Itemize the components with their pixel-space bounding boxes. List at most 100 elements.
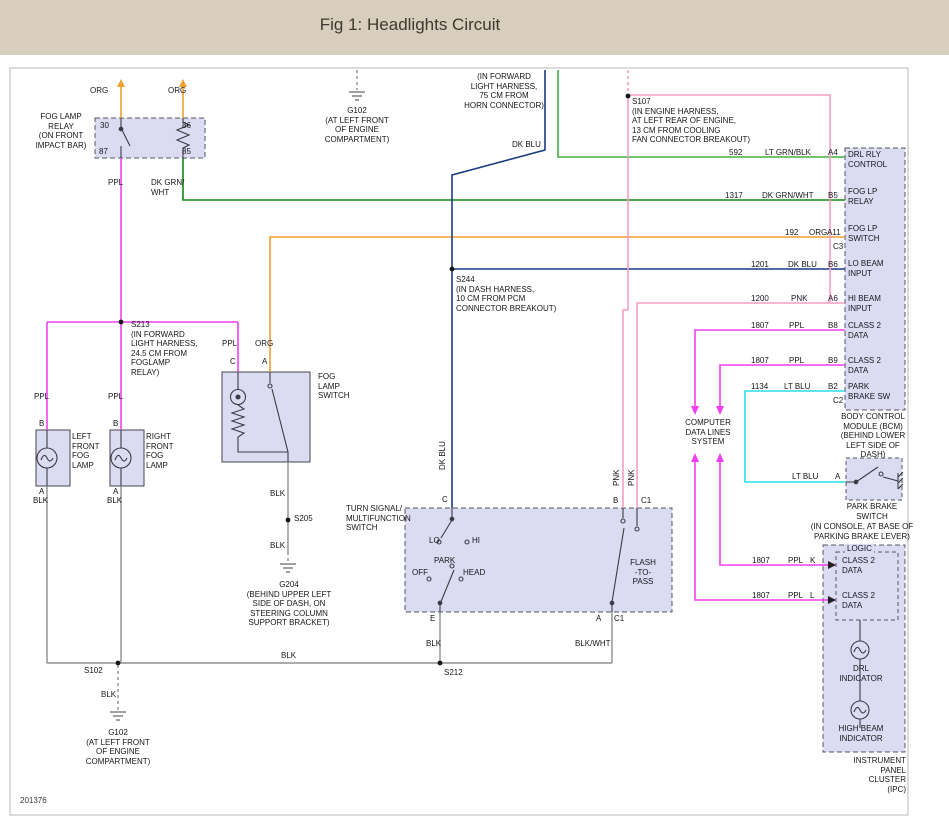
splice-s107-caption: S107 (IN ENGINE HARNESS, AT LEFT REAR OF… bbox=[632, 97, 750, 145]
circuit-1807-b8: 1807 bbox=[751, 321, 769, 331]
circuit-1201: 1201 bbox=[751, 260, 769, 270]
bcm-row-class2-b8: CLASS 2 DATA bbox=[848, 321, 903, 340]
g102-top-ground-icon bbox=[349, 92, 365, 100]
wire-label-blk-wht: BLK/WHT bbox=[575, 639, 611, 649]
wire-label-blk-g102: BLK bbox=[101, 690, 116, 700]
tss-pin-b: B bbox=[613, 496, 618, 506]
color-pnk: PNK bbox=[791, 294, 807, 304]
ground-g204-caption: G204 (BEHIND UPPER LEFT SIDE OF DASH, ON… bbox=[239, 580, 339, 628]
color-org: ORG bbox=[809, 228, 827, 238]
tss-pin-e: E bbox=[430, 614, 435, 624]
bcm-row-fog-lp-switch: FOG LP SWITCH bbox=[848, 224, 903, 243]
tss-pin-c1-bottom: C1 bbox=[614, 614, 624, 624]
connector-c3: C3 bbox=[833, 242, 843, 252]
splice-s212-dot bbox=[438, 661, 443, 666]
org-feed-arrow-left bbox=[117, 79, 125, 87]
wire-label-blk-right-lamp: BLK bbox=[107, 496, 122, 506]
park-brake-pin-a: A bbox=[835, 472, 840, 482]
splice-s205-dot bbox=[286, 518, 291, 523]
ipc-class2-data-1: CLASS 2 DATA bbox=[842, 556, 892, 575]
pin-b8: B8 bbox=[828, 321, 838, 331]
right-fog-lamp-caption: RIGHT FRONT FOG LAMP bbox=[146, 432, 174, 470]
tss-pin-c: C bbox=[442, 495, 448, 505]
tss-pos-flash-to-pass: FLASH -TO- PASS bbox=[628, 558, 658, 587]
color-ppl-b8: PPL bbox=[789, 321, 804, 331]
color-ppl-b9: PPL bbox=[789, 356, 804, 366]
wire-label-org-1: ORG bbox=[90, 86, 108, 96]
color-dk-grn-wht: DK GRN/WHT bbox=[762, 191, 814, 201]
circuit-192: 192 bbox=[785, 228, 798, 238]
data-line-arrow-down-2 bbox=[716, 406, 724, 415]
left-fog-lamp-caption: LEFT FRONT FOG LAMP bbox=[72, 432, 100, 470]
color-lt-grn-blk: LT GRN/BLK bbox=[765, 148, 811, 158]
pin-a6: A6 bbox=[828, 294, 838, 304]
circuit-1807-b9: 1807 bbox=[751, 356, 769, 366]
color-ppl-l: PPL bbox=[788, 591, 803, 601]
circuit-1807-k: 1807 bbox=[752, 556, 770, 566]
splice-s244-dot bbox=[450, 267, 455, 272]
data-line-arrow-up-2 bbox=[716, 453, 724, 462]
data-line-arrow-up-1 bbox=[691, 453, 699, 462]
component-internals bbox=[37, 118, 903, 728]
wire-label-blk-fog-switch-2: BLK bbox=[270, 541, 285, 551]
relay-pin-87: 87 bbox=[99, 147, 108, 157]
splice-s213-dot bbox=[119, 320, 124, 325]
wire-label-blk-fog-switch-1: BLK bbox=[270, 489, 285, 499]
wire-label-dk-grn-wht: DK GRN/ WHT bbox=[151, 178, 184, 197]
wire-label-org-2: ORG bbox=[168, 86, 186, 96]
wire-label-dk-blu-vertical: DK BLU bbox=[438, 441, 448, 470]
right-lamp-pin-b: B bbox=[113, 419, 118, 429]
bcm-row-park-brake-sw: PARK BRAKE SW bbox=[848, 382, 903, 401]
g102-bottom-ground-icon bbox=[110, 712, 126, 720]
circuit-1134: 1134 bbox=[751, 382, 768, 392]
fog-switch-pin-c: C bbox=[230, 357, 236, 367]
fog-lamp-switch-box bbox=[222, 372, 310, 462]
park-brake-switch-caption: PARK BRAKE SWITCH bbox=[837, 502, 907, 521]
bcm-row-class2-b9: CLASS 2 DATA bbox=[848, 356, 903, 375]
figure-page: Fig 1: Headlights Circuit bbox=[0, 0, 949, 824]
left-lamp-pin-b: B bbox=[39, 419, 44, 429]
wire-label-ppl-left-lamp: PPL bbox=[34, 392, 49, 402]
tss-pin-a: A bbox=[596, 614, 601, 624]
bcm-caption: BODY CONTROL MODULE (BCM) (BEHIND LOWER … bbox=[835, 412, 911, 460]
tss-pos-head: HEAD bbox=[463, 568, 485, 578]
tss-pos-off: OFF bbox=[412, 568, 428, 578]
color-lt-blu: LT BLU bbox=[784, 382, 810, 392]
wire-label-org-fog-switch: ORG bbox=[255, 339, 273, 349]
circuit-1807-l: 1807 bbox=[752, 591, 770, 601]
splice-s213-caption: S213 (IN FORWARD LIGHT HARNESS, 24.5 CM … bbox=[131, 320, 198, 378]
tss-pos-park: PARK bbox=[434, 556, 455, 566]
relay-pin-30: 30 bbox=[100, 121, 109, 131]
wire-label-blk-e: BLK bbox=[426, 639, 441, 649]
drl-indicator-caption: DRL INDICATOR bbox=[831, 664, 891, 683]
splice-s205-caption: S205 bbox=[294, 514, 313, 524]
color-dk-blu: DK BLU bbox=[788, 260, 817, 270]
bcm-row-fog-lp-relay: FOG LP RELAY bbox=[848, 187, 903, 206]
data-line-arrow-down-1 bbox=[691, 406, 699, 415]
circuit-1317: 1317 bbox=[725, 191, 743, 201]
park-brake-switch-box bbox=[846, 458, 902, 500]
bcm-row-drl-rly-control: DRL RLY CONTROL bbox=[848, 150, 903, 169]
wire-label-blk-left-lamp: BLK bbox=[33, 496, 48, 506]
tss-pos-hi: HI bbox=[472, 536, 480, 546]
wire-label-pnk-vertical-2: PNK bbox=[627, 470, 637, 486]
splice-s107-dot bbox=[626, 94, 631, 99]
wire-label-ppl-relay-out: PPL bbox=[108, 178, 123, 188]
wire-label-ppl-right-lamp: PPL bbox=[108, 392, 123, 402]
pin-b9: B9 bbox=[828, 356, 838, 366]
pin-b2: B2 bbox=[828, 382, 838, 392]
tss-pos-lo: LO bbox=[429, 536, 440, 546]
fog-lamp-switch-caption: FOG LAMP SWITCH bbox=[318, 372, 350, 401]
ipc-class2-data-2: CLASS 2 DATA bbox=[842, 591, 892, 610]
wire-label-pnk-vertical-1: PNK bbox=[612, 470, 622, 486]
figure-reference-number: 201376 bbox=[20, 796, 47, 806]
dk-grn-wht-wire bbox=[183, 158, 845, 200]
circuit-592: 592 bbox=[729, 148, 742, 158]
g204-ground-icon bbox=[280, 564, 296, 572]
park-brake-switch-location: (IN CONSOLE, AT BASE OF PARKING BRAKE LE… bbox=[806, 522, 918, 541]
wire-label-lt-blu: LT BLU bbox=[792, 472, 818, 482]
pin-b6: B6 bbox=[828, 260, 838, 270]
relay-pin-86: 86 bbox=[182, 121, 191, 131]
fog-switch-pin-a: A bbox=[262, 357, 267, 367]
lt-blu-wire bbox=[745, 391, 846, 482]
